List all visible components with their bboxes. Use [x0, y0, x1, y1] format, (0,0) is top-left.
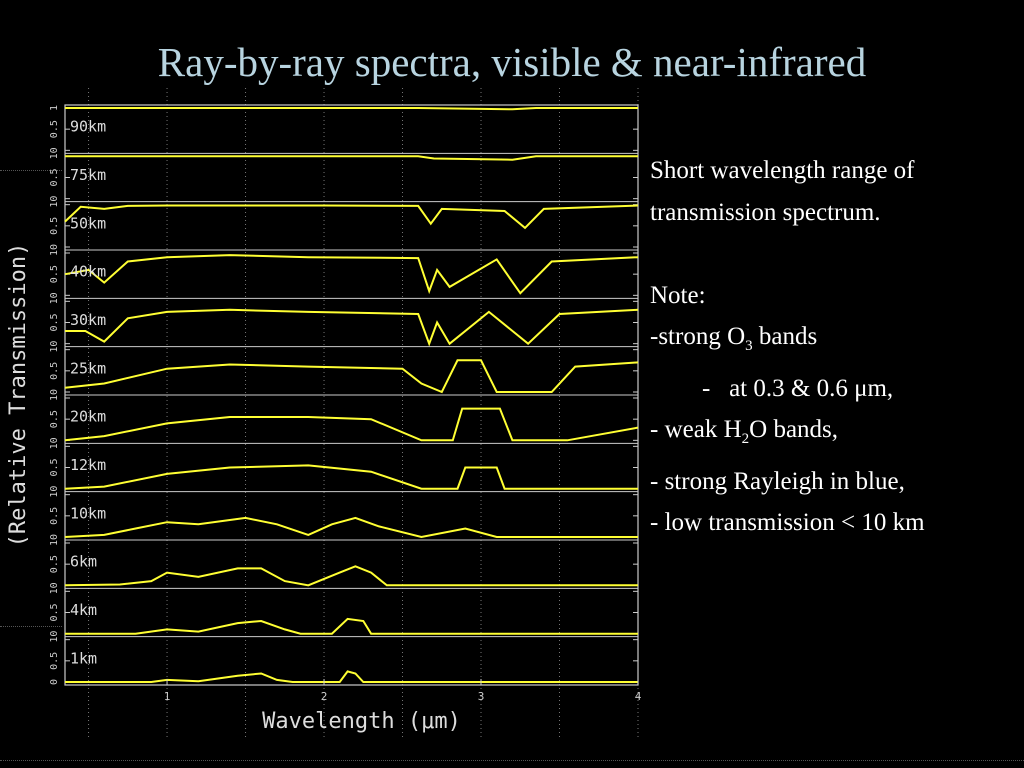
- y-tick-label: 0.5: [49, 313, 60, 331]
- notes-h2o-line: - weak H2O bands,: [650, 409, 1024, 461]
- x-tick-label: 4: [635, 690, 642, 703]
- spectrum-line: [64, 516, 638, 539]
- x-tick-label: 1: [164, 690, 171, 703]
- y-tick-label: 0: [49, 147, 60, 153]
- panel-label: 90km: [70, 118, 106, 136]
- y-tick-label: 0: [49, 389, 60, 395]
- y-tick-label: 0.5: [49, 507, 60, 525]
- y-tick-label: 1: [49, 540, 60, 546]
- spectrum-line: [65, 107, 638, 111]
- y-tick-label: 0.5: [49, 458, 60, 476]
- y-axis-label: (Relative Transmission): [6, 243, 31, 548]
- notes-line-2: transmission spectrum.: [650, 198, 881, 226]
- y-tick-label: 0: [49, 437, 60, 443]
- x-tick-label: 2: [321, 690, 328, 703]
- y-tick-label: 1: [49, 298, 60, 304]
- notes-o3-suffix: bands: [752, 323, 818, 350]
- x-tick-label: 3: [478, 690, 485, 703]
- y-tick-label: 0: [49, 341, 60, 347]
- notes-o3-dash: -: [702, 374, 711, 402]
- y-tick-label: 0.5: [49, 362, 60, 380]
- panel-label: 50km: [70, 214, 106, 232]
- notes-low-transmission: - low transmission < 10 km: [650, 509, 925, 536]
- y-tick-label: 0: [49, 631, 60, 637]
- spectrum-line: [65, 617, 638, 635]
- x-axis-label: Wavelength (μm): [262, 709, 461, 734]
- y-tick-label: 0.5: [49, 410, 60, 428]
- notes-panel: Short wavelength range of transmission s…: [650, 150, 1024, 544]
- y-tick-label: 0: [49, 196, 60, 202]
- transmission-spectra-chart: 0 0.5 1 90km 0 0.5 1 75km 0 0.5 1 50km 0 0.5 1 40km 0 0.5…: [6, 88, 642, 738]
- notes-o3-prefix: -strong O: [650, 323, 746, 350]
- notes-line-1: Short wavelength range of: [650, 157, 915, 184]
- y-tick-label: 0: [49, 679, 60, 685]
- spectrum-line: [64, 407, 639, 442]
- notes-o3-subscript: 3: [745, 338, 753, 354]
- spectrum-line: [65, 670, 638, 683]
- notes-o3-detail-line: - at 0.3 & 0.6 μm,: [650, 368, 1024, 410]
- panel-label: 10km: [70, 504, 106, 522]
- panel-label: 4km: [70, 601, 97, 619]
- y-tick-label: 0.5: [49, 120, 60, 138]
- y-tick-label: 0.5: [49, 217, 60, 235]
- panel-label: 25km: [70, 359, 106, 377]
- y-tick-label: 1: [49, 250, 60, 256]
- dotted-rule: [0, 760, 1024, 761]
- y-tick-label: 1: [49, 153, 60, 159]
- spectrum-line: [65, 155, 638, 161]
- y-tick-label: 1: [49, 202, 60, 208]
- slide-title: Ray-by-ray spectra, visible & near-infra…: [157, 39, 867, 85]
- notes-o3-detail: at 0.3 & 0.6 μm,: [729, 374, 894, 402]
- y-tick-label: 0: [49, 292, 60, 298]
- y-tick-label: 1: [49, 105, 60, 111]
- y-tick-label: 1: [49, 443, 60, 449]
- y-tick-label: 0.5: [49, 555, 60, 573]
- panel-label: 75km: [70, 166, 106, 184]
- y-tick-label: 1: [49, 395, 60, 401]
- y-tick-label: 1: [49, 588, 60, 594]
- y-tick-label: 0.5: [49, 603, 60, 621]
- spectrum-line: [64, 359, 639, 394]
- spectrum-line: [65, 308, 639, 347]
- y-tick-label: 0: [49, 582, 60, 588]
- spectrum-line: [64, 254, 639, 295]
- y-tick-label: 0: [49, 244, 60, 250]
- y-tick-label: 1: [49, 492, 60, 498]
- notes-rayleigh: - strong Rayleigh in blue,: [650, 467, 905, 495]
- y-tick-label: 1: [49, 347, 60, 353]
- panel-label: 1km: [70, 649, 97, 667]
- y-tick-label: 0: [49, 486, 60, 492]
- spectrum-line: [64, 565, 638, 587]
- notes-h2o-prefix: - weak H: [650, 416, 742, 443]
- spectrum-line: [64, 204, 639, 230]
- y-tick-label: 0.5: [49, 265, 60, 283]
- notes-h2o-suffix: O bands,: [749, 416, 839, 443]
- notes-o3-line: -strong O3 bands: [650, 316, 1024, 368]
- spectrum-line: [64, 464, 638, 490]
- y-tick-label: 0.5: [49, 652, 60, 670]
- panel-label: 40km: [70, 263, 106, 281]
- y-tick-label: 0.5: [49, 168, 60, 186]
- panel-label: 20km: [70, 408, 106, 426]
- y-tick-label: 0: [49, 534, 60, 540]
- panel-label: 12km: [70, 456, 106, 474]
- panel-label: 30km: [70, 311, 106, 329]
- notes-label: Note:: [650, 281, 706, 309]
- panel-label: 6km: [70, 553, 97, 571]
- y-tick-label: 1: [49, 637, 60, 643]
